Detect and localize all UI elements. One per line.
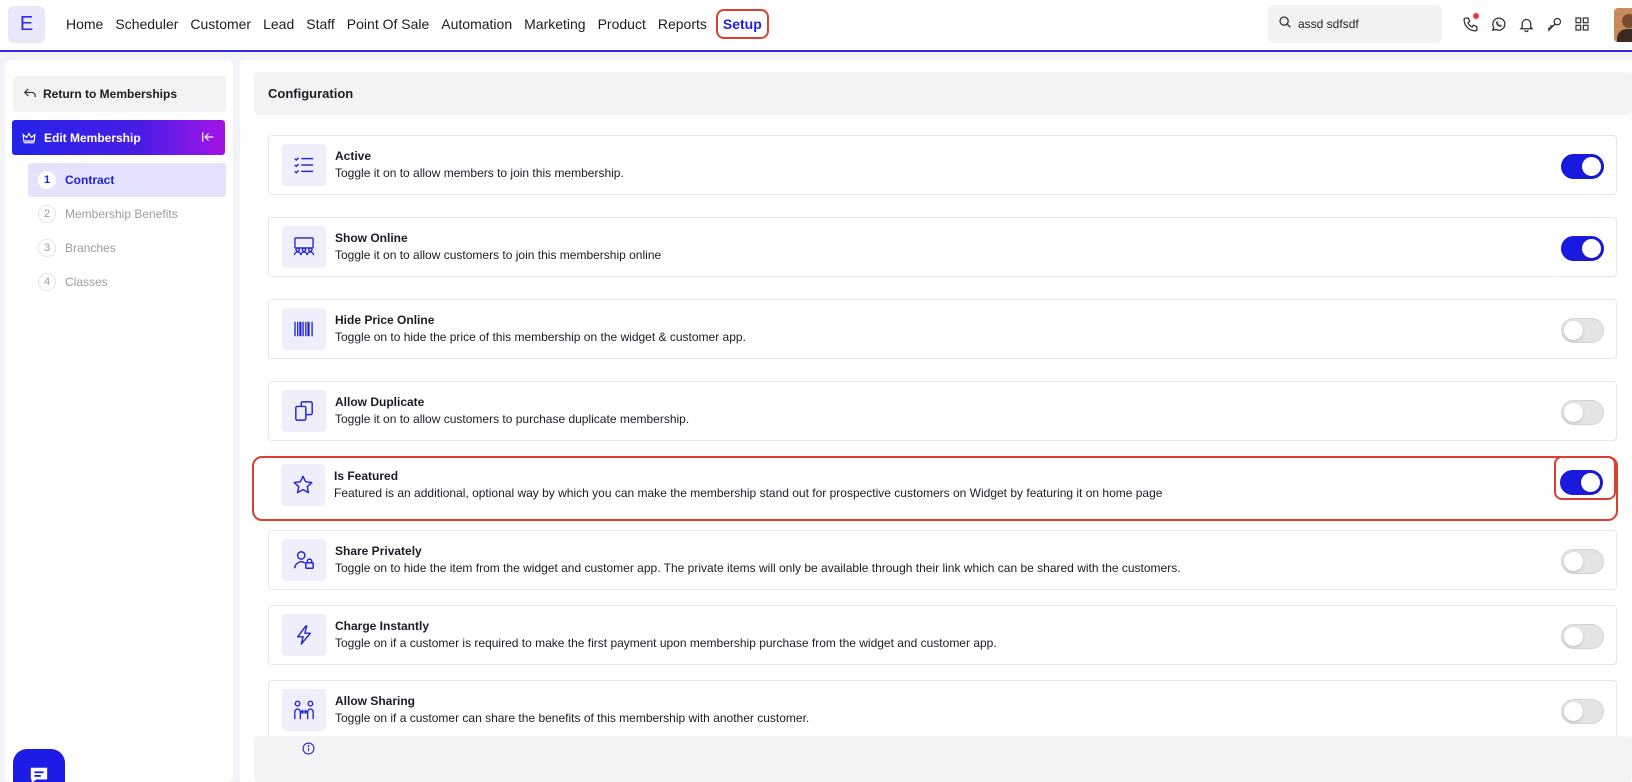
setting-description: Toggle on if a customer can share the be… [335, 711, 810, 725]
logo-letter: E [19, 13, 34, 35]
setting-description: Toggle on to hide the price of this memb… [335, 330, 746, 344]
step-label: Contract [65, 173, 115, 187]
nav-item-customer[interactable]: Customer [190, 16, 251, 32]
nav-item-lead[interactable]: Lead [263, 16, 294, 32]
search-input[interactable] [1298, 17, 1428, 31]
edit-membership-header: Edit Membership [12, 120, 225, 155]
nav-item-home[interactable]: Home [66, 16, 103, 32]
step-branches[interactable]: 3 Branches [28, 231, 226, 265]
return-to-memberships-link[interactable]: Return to Memberships [13, 76, 226, 112]
nav-item-staff[interactable]: Staff [306, 16, 335, 32]
setting-title: Share Privately [335, 544, 422, 558]
setting-description: Toggle it on to allow customers to join … [335, 248, 662, 262]
apps-grid-icon[interactable] [1568, 12, 1596, 36]
info-icon[interactable] [302, 742, 315, 760]
hide-price-online-toggle[interactable] [1561, 318, 1604, 343]
nav-item-product[interactable]: Product [598, 16, 646, 32]
online-group-icon [282, 226, 326, 268]
settings-list: Active Toggle it on to allow members to … [268, 135, 1632, 755]
setting-row-hide-price-online: Hide Price Online Toggle on to hide the … [268, 299, 1617, 359]
setting-row-show-online: Show Online Toggle it on to allow custom… [268, 217, 1617, 277]
whatsapp-icon[interactable] [1484, 12, 1512, 36]
edit-membership-title: Edit Membership [44, 130, 141, 145]
setting-description: Toggle on to hide the item from the widg… [335, 561, 1181, 575]
step-number: 4 [38, 273, 56, 291]
key-icon[interactable] [1540, 12, 1568, 36]
configuration-panel: Configuration Active Toggle it on to all… [240, 60, 1632, 782]
charge-instantly-toggle[interactable] [1561, 624, 1604, 649]
nav-item-scheduler[interactable]: Scheduler [115, 16, 178, 32]
next-section-header [254, 736, 1632, 782]
step-label: Classes [65, 275, 108, 289]
setting-row-allow-sharing: Allow Sharing Toggle on if a customer ca… [268, 680, 1617, 740]
setting-title: Is Featured [334, 469, 399, 483]
nav-item-reports[interactable]: Reports [658, 16, 707, 32]
checklist-icon [282, 144, 326, 186]
is-featured-toggle[interactable] [1560, 470, 1603, 495]
setting-title: Charge Instantly [335, 619, 430, 633]
star-icon [281, 464, 325, 506]
step-number: 1 [38, 171, 56, 189]
crown-icon [22, 131, 36, 144]
setting-title: Active [335, 149, 372, 163]
step-membership-benefits[interactable]: 2 Membership Benefits [28, 197, 226, 231]
active-toggle[interactable] [1561, 154, 1604, 179]
global-search[interactable] [1268, 5, 1442, 43]
step-number: 2 [38, 205, 56, 223]
duplicate-icon [282, 390, 326, 432]
nav-item-setup[interactable]: Setup [715, 9, 769, 39]
setting-description: Toggle it on to allow customers to purch… [335, 412, 690, 426]
chat-support-button[interactable] [13, 749, 65, 782]
sidebar: Return to Memberships Edit Membership 1 … [5, 60, 233, 782]
setting-description: Toggle on if a customer is required to m… [335, 636, 997, 650]
setting-row-active: Active Toggle it on to allow members to … [268, 135, 1617, 195]
header-actions [1456, 12, 1596, 36]
setting-row-is-featured: Is Featured Featured is an additional, o… [268, 456, 1617, 508]
nav-item-point-of-sale[interactable]: Point Of Sale [347, 16, 430, 32]
step-contract[interactable]: 1 Contract [28, 163, 226, 197]
step-classes[interactable]: 4 Classes [28, 265, 226, 299]
setting-title: Allow Duplicate [335, 395, 425, 409]
user-lock-icon [282, 539, 326, 581]
step-number: 3 [38, 239, 56, 257]
allow-duplicate-toggle[interactable] [1561, 400, 1604, 425]
share-privately-toggle[interactable] [1561, 549, 1604, 574]
setting-title: Hide Price Online [335, 313, 435, 327]
allow-sharing-toggle[interactable] [1561, 699, 1604, 724]
user-avatar[interactable] [1614, 8, 1632, 42]
lightning-icon [282, 614, 326, 656]
phone-icon[interactable] [1456, 12, 1484, 36]
setting-description: Toggle it on to allow members to join th… [335, 166, 624, 180]
collapse-sidebar-icon[interactable] [201, 130, 215, 144]
notification-dot [1473, 13, 1479, 19]
step-label: Branches [65, 241, 116, 255]
setting-title: Show Online [335, 231, 408, 245]
section-title: Configuration [268, 86, 354, 101]
chat-icon [28, 765, 50, 782]
search-icon [1278, 15, 1292, 34]
bell-icon[interactable] [1512, 12, 1540, 36]
app-logo[interactable]: E [8, 6, 45, 43]
setting-row-allow-duplicate: Allow Duplicate Toggle it on to allow cu… [268, 381, 1617, 441]
top-navigation-bar: E Home Scheduler Customer Lead Staff Poi… [0, 0, 1632, 52]
step-label: Membership Benefits [65, 207, 178, 221]
setting-row-share-privately: Share Privately Toggle on to hide the it… [268, 530, 1617, 590]
back-arrow-icon [23, 87, 43, 102]
setting-description: Featured is an additional, optional way … [334, 486, 1163, 500]
barcode-icon [282, 308, 326, 350]
setting-title: Allow Sharing [335, 694, 416, 708]
configuration-header: Configuration [254, 72, 1632, 115]
main-menu: Home Scheduler Customer Lead Staff Point… [60, 0, 775, 48]
setting-row-charge-instantly: Charge Instantly Toggle on if a customer… [268, 605, 1617, 665]
nav-item-marketing[interactable]: Marketing [524, 16, 585, 32]
show-online-toggle[interactable] [1561, 236, 1604, 261]
return-link-label: Return to Memberships [43, 87, 178, 101]
membership-steps: 1 Contract 2 Membership Benefits 3 Branc… [28, 163, 226, 299]
nav-item-automation[interactable]: Automation [441, 16, 512, 32]
sharing-people-icon [282, 689, 326, 731]
